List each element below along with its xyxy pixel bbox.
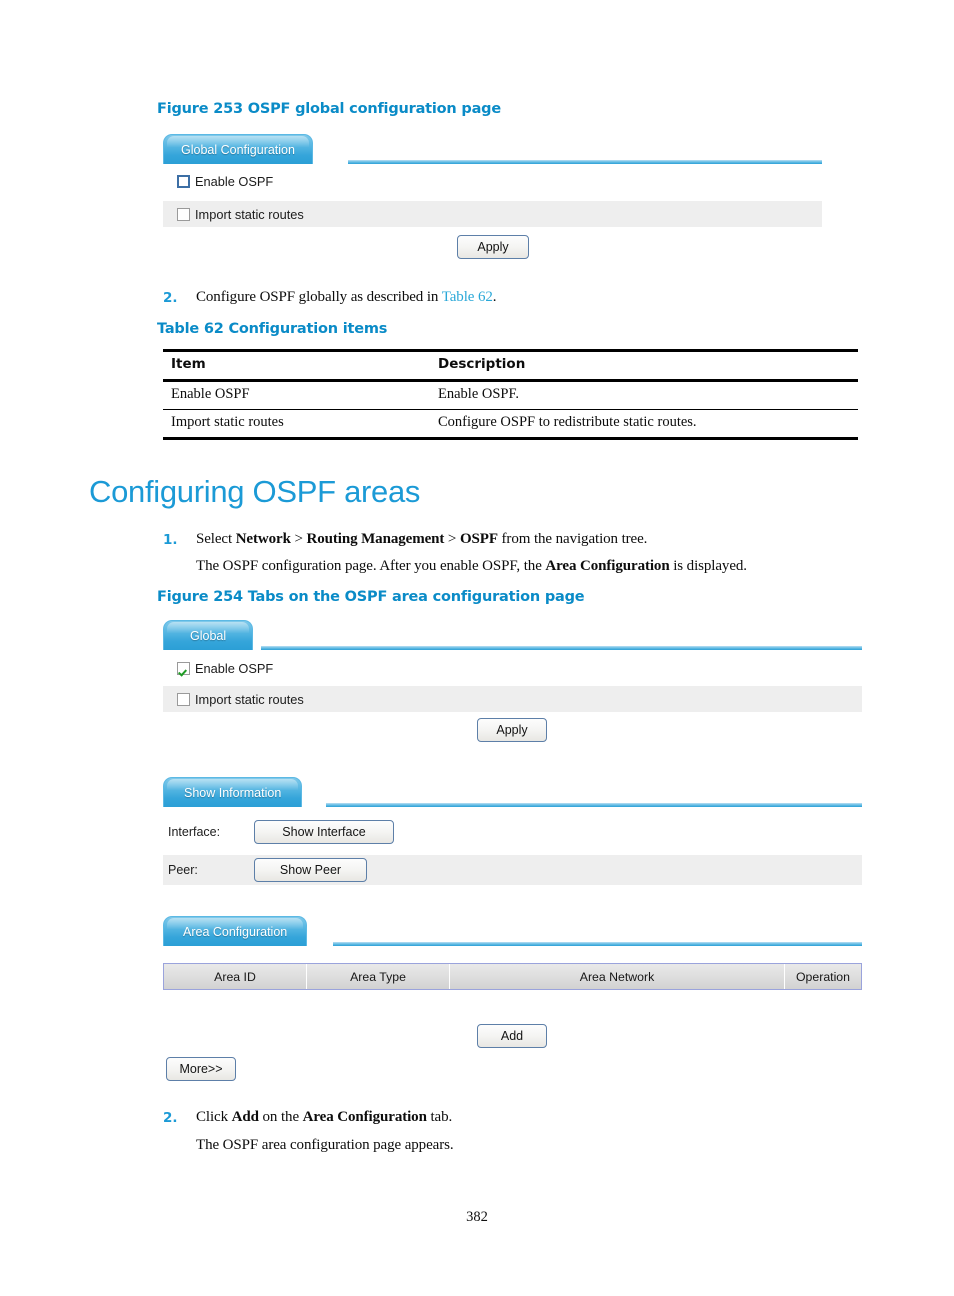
apply-button[interactable]: Apply — [477, 718, 547, 742]
checkbox-enable-ospf[interactable] — [177, 174, 190, 188]
table-row: Import static routes Configure OSPF to r… — [163, 410, 858, 437]
step-1-number: 1. — [163, 532, 178, 548]
step-1-line-1: Select Network > Routing Management > OS… — [196, 531, 647, 548]
s2-t2: on the — [258, 1109, 303, 1125]
grid-header-operation: Operation — [795, 969, 850, 984]
checkbox-import-static-routes-label: Import static routes — [195, 206, 304, 222]
checkbox-import-static-routes[interactable] — [177, 692, 190, 706]
step-2-number: 2. — [163, 1110, 178, 1126]
s1-b1: Network — [235, 531, 291, 547]
table-header-description: Description — [438, 356, 526, 372]
step-number: 2. — [163, 290, 178, 306]
checkbox-import-static-routes[interactable] — [177, 207, 190, 221]
checkbox-import-static-routes-label: Import static routes — [195, 691, 304, 707]
s2-b2: Area Configuration — [302, 1109, 427, 1125]
s1-t2: > — [290, 531, 307, 547]
tab-area-configuration[interactable]: Area Configuration — [163, 916, 308, 946]
page-title: Configuring OSPF areas — [89, 474, 421, 509]
row-import-static-routes: Import static routes — [163, 201, 822, 227]
table-cell-item: Enable OSPF — [171, 386, 250, 402]
checkbox-enable-ospf[interactable] — [177, 661, 190, 675]
table-header-row: Item Description — [163, 352, 858, 379]
page-number: 382 — [466, 1209, 488, 1225]
s1-b3: OSPF — [459, 531, 498, 547]
s1-t1: Select — [196, 531, 236, 547]
step-text-after: . — [492, 289, 497, 305]
step-configure-text: Configure OSPF globally as described in … — [196, 289, 497, 306]
show-peer-button[interactable]: Show Peer — [254, 858, 367, 882]
s1-b2: Routing Management — [306, 531, 445, 547]
step-text-before: Configure OSPF globally as described in — [196, 289, 442, 305]
peer-label: Peer: — [168, 863, 198, 877]
step-2-line-1: Click Add on the Area Configuration tab. — [196, 1109, 452, 1126]
more-button[interactable]: More>> — [166, 1057, 236, 1081]
step-1-line-2: The OSPF configuration page. After you e… — [196, 558, 747, 575]
tab-underline — [261, 646, 862, 650]
row-enable-ospf: Enable OSPF — [163, 655, 862, 681]
table-bottom-rule — [163, 437, 858, 441]
step-2-line-2: The OSPF area configuration page appears… — [196, 1137, 454, 1153]
table-cell-description: Enable OSPF. — [438, 386, 520, 402]
s2-t3: tab. — [426, 1109, 453, 1125]
interface-label: Interface: — [168, 825, 221, 839]
tab-area-configuration-label: Area Configuration — [183, 925, 288, 939]
row-interface: Interface: Show Interface — [163, 817, 862, 847]
tab-show-information[interactable]: Show Information — [163, 777, 303, 807]
checkbox-enable-ospf-label: Enable OSPF — [195, 660, 274, 676]
apply-button[interactable]: Apply — [457, 235, 529, 259]
table-62-link[interactable]: Table 62 — [442, 289, 493, 305]
table-cell-description: Configure OSPF to redistribute static ro… — [438, 414, 697, 431]
row-enable-ospf: Enable OSPF — [163, 168, 822, 194]
s1l2-t1: The OSPF configuration page. After you e… — [196, 558, 546, 574]
tab-underline — [333, 942, 862, 946]
figure-254-caption: Figure 254 Tabs on the OSPF area configu… — [157, 589, 585, 605]
figure-253-caption: Figure 253 OSPF global configuration pag… — [157, 101, 501, 117]
row-import-static-routes: Import static routes — [163, 686, 862, 712]
table-62-caption: Table 62 Configuration items — [157, 321, 388, 337]
tab-global[interactable]: Global — [163, 620, 254, 650]
table-cell-item: Import static routes — [171, 414, 284, 431]
row-peer: Peer: Show Peer — [163, 855, 862, 885]
s1-t3: > — [444, 531, 460, 547]
tab-global-configuration-label: Global Configuration — [181, 143, 295, 157]
show-interface-button[interactable]: Show Interface — [254, 820, 394, 844]
grid-header-area-network: Area Network — [450, 964, 785, 989]
tab-underline — [326, 803, 862, 807]
s1l2-t2: is displayed. — [669, 558, 747, 574]
tab-global-configuration[interactable]: Global Configuration — [163, 134, 313, 164]
table-row: Enable OSPF Enable OSPF. — [163, 382, 858, 409]
tab-global-label: Global — [190, 629, 227, 643]
s2-b1: Add — [231, 1109, 259, 1125]
tab-show-information-label: Show Information — [184, 786, 282, 800]
tab-underline — [348, 160, 822, 164]
area-configuration-grid-header: Area ID Area Type Area Network Operation — [163, 963, 862, 990]
add-button[interactable]: Add — [477, 1024, 547, 1048]
grid-header-area-id: Area ID — [164, 964, 307, 989]
s1-t4: from the navigation tree. — [497, 531, 648, 547]
checkbox-enable-ospf-label: Enable OSPF — [195, 173, 274, 189]
s2-t1: Click — [196, 1109, 232, 1125]
table-header-item: Item — [171, 356, 206, 372]
table-62: Item Description Enable OSPF Enable OSPF… — [163, 349, 858, 441]
grid-header-area-type: Area Type — [307, 964, 450, 989]
document-page: Figure 253 OSPF global configuration pag… — [0, 0, 954, 1296]
s1l2-b1: Area Configuration — [545, 558, 670, 574]
